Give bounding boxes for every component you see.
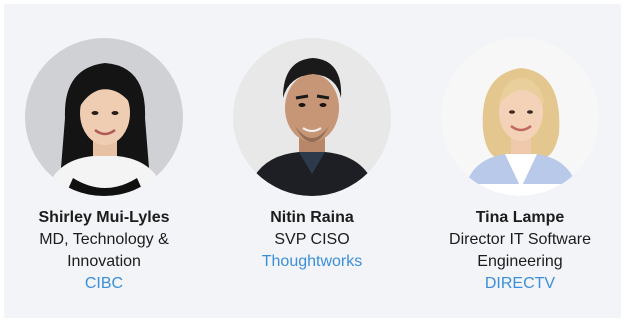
speaker-card: Tina Lampe Director IT Software Engineer… [420,38,620,295]
speaker-card: Shirley Mui-Lyles MD, Technology & Innov… [4,38,204,295]
person-photo-icon [441,38,599,196]
speaker-company-link[interactable]: CIBC [85,273,123,295]
speaker-title: SVP CISO [274,231,350,248]
speaker-company-link[interactable]: Thoughtworks [262,251,363,273]
speaker-title: Director IT Software Engineering [449,231,591,270]
speaker-company-link[interactable]: DIRECTV [485,273,555,295]
speaker-title: MD, Technology & Innovation [39,231,169,270]
speaker-card: Nitin Raina SVP CISO Thoughtworks [212,38,412,273]
speaker-name: Tina Lampe [475,209,565,226]
speaker-name: Shirley Mui-Lyles [38,209,170,226]
avatar [233,38,391,196]
person-photo-icon [25,38,183,196]
speakers-panel: Shirley Mui-Lyles MD, Technology & Innov… [4,4,621,318]
avatar [441,38,599,196]
avatar [25,38,183,196]
speaker-name: Nitin Raina [270,209,354,226]
person-photo-icon [233,38,391,196]
